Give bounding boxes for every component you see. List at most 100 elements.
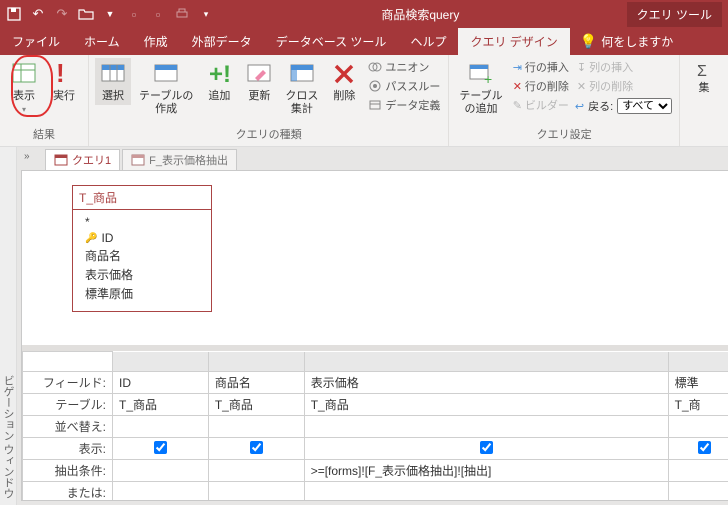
grid-cell-show[interactable] <box>304 438 668 460</box>
workspace: ビゲーション ウィンドウ » クエリ1 F_表示価格抽出 T_商品 * 🔑ID <box>0 147 728 505</box>
grid-cell[interactable]: >=[forms]![F_表示価格抽出]![抽出] <box>304 460 668 482</box>
table-pane[interactable]: T_商品 * 🔑ID 商品名 表示価格 標準原価 <box>22 171 728 351</box>
delete-button[interactable]: 削除 <box>326 58 362 105</box>
key-icon: 🔑 <box>85 233 97 244</box>
passthrough-item[interactable]: パススルー <box>366 77 442 95</box>
totals-button[interactable]: Σ 集 <box>686 58 722 97</box>
grid-cell-show[interactable] <box>208 438 304 460</box>
grid-cell[interactable]: 標準 <box>668 372 728 394</box>
delete-row-icon: ✕ <box>513 80 522 93</box>
union-item[interactable]: ユニオン <box>366 58 442 76</box>
make-table-label: テーブルの作成 <box>139 90 193 116</box>
save-icon[interactable] <box>6 6 22 22</box>
field-list-box[interactable]: T_商品 * 🔑ID 商品名 表示価格 標準原価 <box>72 185 212 312</box>
group-label-querytype: クエリの種類 <box>95 125 442 143</box>
grid-cell[interactable]: T_商 <box>668 394 728 416</box>
grid-cell[interactable] <box>113 416 209 438</box>
query-type-extras: ユニオン パススルー データ定義 <box>366 58 442 114</box>
select-query-button[interactable]: 選択 <box>95 58 131 105</box>
navigation-pane-collapsed[interactable]: ビゲーション ウィンドウ <box>0 147 17 505</box>
grid-cell[interactable]: 表示価格 <box>304 372 668 394</box>
field-item[interactable]: 標準原価 <box>79 284 205 303</box>
field-item-id[interactable]: 🔑ID <box>79 230 205 246</box>
builder-icon: ✎ <box>513 99 522 112</box>
grid-cell[interactable]: ID <box>113 372 209 394</box>
tab-file[interactable]: ファイル <box>0 28 72 55</box>
grid-cell[interactable] <box>668 416 728 438</box>
grid-cell[interactable] <box>208 482 304 501</box>
redo-icon[interactable]: ↷ <box>54 6 70 22</box>
grid-cell[interactable]: T_商品 <box>208 394 304 416</box>
col-ops: ↧列の挿入 ✕列の削除 ↩ 戻る: すべて <box>575 58 672 114</box>
grid-cell[interactable] <box>668 482 728 501</box>
field-item[interactable]: 商品名 <box>79 246 205 265</box>
folder-icon[interactable] <box>78 6 94 22</box>
return-select[interactable]: すべて <box>617 98 672 114</box>
row-label-field: フィールド: <box>23 372 113 394</box>
grid-cell[interactable] <box>668 460 728 482</box>
return-row: ↩ 戻る: すべて <box>575 98 672 114</box>
view-button[interactable]: 表示 ▾ <box>6 58 42 116</box>
delete-row-item[interactable]: ✕行の削除 <box>511 77 571 95</box>
qat-icon-2[interactable]: ▫ <box>150 6 166 22</box>
grid-cell-show[interactable] <box>668 438 728 460</box>
tab-home[interactable]: ホーム <box>72 28 132 55</box>
grid-cell[interactable] <box>208 416 304 438</box>
make-table-button[interactable]: テーブルの作成 <box>135 58 197 118</box>
insert-col-icon: ↧ <box>577 61 586 74</box>
grid-cell[interactable] <box>113 460 209 482</box>
show-checkbox[interactable] <box>698 441 711 454</box>
row-label-table: テーブル: <box>23 394 113 416</box>
document-area: クエリ1 F_表示価格抽出 T_商品 * 🔑ID 商品名 表示価格 標準原価 <box>17 147 728 505</box>
datadef-item[interactable]: データ定義 <box>366 96 442 114</box>
grid-row-table: テーブル: T_商品 T_商品 T_商品 T_商 <box>23 394 728 416</box>
select-label: 選択 <box>102 90 124 103</box>
return-label: 戻る: <box>588 98 613 114</box>
title-bar: ↶ ↷ ▼ ▫ ▫ ▾ 商品検索query クエリ ツール <box>0 0 728 28</box>
dropdown-icon[interactable]: ▼ <box>102 6 118 22</box>
insert-col-item: ↧列の挿入 <box>575 58 672 76</box>
grid-cell[interactable] <box>208 460 304 482</box>
builder-item: ✎ビルダー <box>511 96 571 114</box>
svg-text:+!: +! <box>209 61 231 88</box>
add-table-button[interactable]: + テーブルの追加 <box>455 58 506 118</box>
grid-cell[interactable] <box>304 416 668 438</box>
insert-row-item[interactable]: ⇥行の挿入 <box>511 58 571 76</box>
crosstab-button[interactable]: クロス集計 <box>281 58 322 118</box>
show-checkbox[interactable] <box>250 441 263 454</box>
field-item-all[interactable]: * <box>79 214 205 230</box>
undo-icon[interactable]: ↶ <box>30 6 46 22</box>
grid-cell[interactable] <box>113 482 209 501</box>
field-item[interactable]: 表示価格 <box>79 265 205 284</box>
doc-tab-form[interactable]: F_表示価格抽出 <box>122 149 237 170</box>
tab-design[interactable]: クエリ デザイン <box>458 28 569 55</box>
tab-create[interactable]: 作成 <box>132 28 180 55</box>
row-label-or: または: <box>23 482 113 501</box>
design-grid-pane[interactable]: フィールド: ID 商品名 表示価格 標準 テーブル: T_商品 T_商品 T_… <box>22 351 728 500</box>
ribbon: 表示 ▾ ! 実行 結果 選択 テーブルの作成 +! 追加 <box>0 55 728 147</box>
append-button[interactable]: +! 追加 <box>201 58 237 105</box>
ribbon-group-querytype: 選択 テーブルの作成 +! 追加 更新 クロス集計 削除 <box>89 55 449 146</box>
tab-external[interactable]: 外部データ <box>180 28 264 55</box>
grid-cell[interactable]: T_商品 <box>304 394 668 416</box>
row-ops: ⇥行の挿入 ✕行の削除 ✎ビルダー <box>511 58 571 114</box>
tell-me[interactable]: 💡 何をしますか <box>570 28 683 55</box>
design-grid[interactable]: フィールド: ID 商品名 表示価格 標準 テーブル: T_商品 T_商品 T_… <box>22 351 728 500</box>
show-checkbox[interactable] <box>154 441 167 454</box>
update-button[interactable]: 更新 <box>241 58 277 105</box>
grid-cell[interactable]: 商品名 <box>208 372 304 394</box>
print-icon[interactable] <box>174 6 190 22</box>
grid-cell[interactable]: T_商品 <box>113 394 209 416</box>
grid-cell[interactable] <box>304 482 668 501</box>
grid-cell-show[interactable] <box>113 438 209 460</box>
run-button[interactable]: ! 実行 <box>46 58 82 105</box>
tab-dbtools[interactable]: データベース ツール <box>264 28 399 55</box>
show-checkbox[interactable] <box>480 441 493 454</box>
doc-tab-query1[interactable]: クエリ1 <box>45 149 120 170</box>
ribbon-group-querysetup: + テーブルの追加 ⇥行の挿入 ✕行の削除 ✎ビルダー ↧列の挿入 ✕列の削除 … <box>449 55 680 146</box>
doc-tab-label-2: F_表示価格抽出 <box>149 152 228 168</box>
nav-toggle-icon[interactable]: » <box>24 151 30 162</box>
qat-icon-1[interactable]: ▫ <box>126 6 142 22</box>
tab-help[interactable]: ヘルプ <box>398 28 458 55</box>
customize-qat-icon[interactable]: ▾ <box>198 6 214 22</box>
